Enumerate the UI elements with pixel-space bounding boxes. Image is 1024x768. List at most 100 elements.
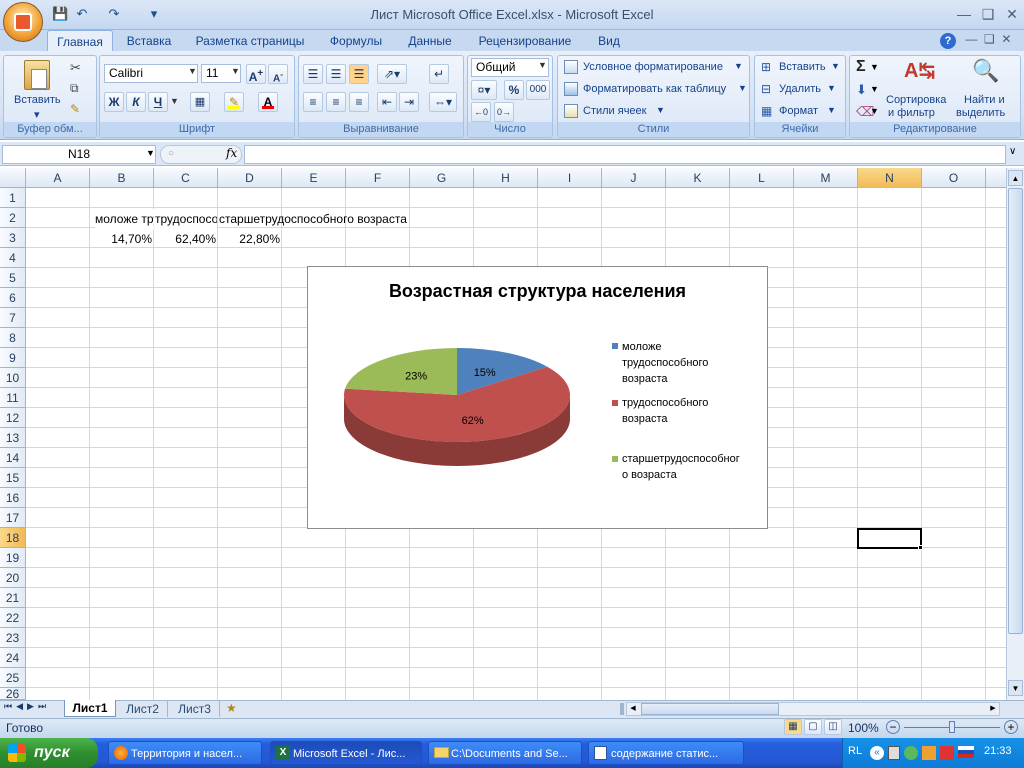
- increase-decimal-icon[interactable]: ←0: [471, 102, 491, 122]
- format-as-table-dropdown-icon[interactable]: ▼: [738, 83, 747, 93]
- autosum-dropdown-icon[interactable]: ▼: [870, 62, 879, 72]
- expand-formula-icon[interactable]: ∨: [1009, 146, 1016, 157]
- shrink-font-icon[interactable]: A-: [268, 64, 288, 84]
- taskbar-button-3[interactable]: C:\Documents and Se...: [428, 741, 582, 765]
- delete-cells-dropdown-icon[interactable]: ▼: [827, 83, 836, 93]
- row-header-22[interactable]: 22: [0, 608, 26, 628]
- fill-dropdown-icon[interactable]: ▼: [870, 84, 879, 94]
- find-select-label-2[interactable]: выделить: [956, 107, 1005, 119]
- align-bottom-icon[interactable]: ☰: [349, 64, 369, 84]
- align-right-icon[interactable]: ≡: [349, 92, 369, 112]
- font-name-input[interactable]: Calibri: [104, 64, 198, 83]
- underline-dropdown-icon[interactable]: ▼: [170, 96, 179, 106]
- row-header-25[interactable]: 25: [0, 668, 26, 688]
- row-header-20[interactable]: 20: [0, 568, 26, 588]
- language-indicator[interactable]: RL: [848, 745, 862, 757]
- align-middle-icon[interactable]: ☰: [326, 64, 346, 84]
- row-header-13[interactable]: 13: [0, 428, 26, 448]
- row-header-24[interactable]: 24: [0, 648, 26, 668]
- page-layout-view-icon[interactable]: ▢: [804, 719, 822, 735]
- copy-icon[interactable]: ⧉: [70, 81, 79, 96]
- insert-function-button[interactable]: fx: [226, 146, 237, 160]
- office-button[interactable]: [3, 2, 43, 42]
- fill-handle[interactable]: [918, 545, 923, 550]
- name-box[interactable]: N18: [2, 145, 156, 164]
- align-top-icon[interactable]: ☰: [303, 64, 323, 84]
- underline-button[interactable]: Ч: [148, 92, 168, 112]
- currency-icon[interactable]: ¤▾: [471, 80, 497, 100]
- paste-button[interactable]: Вставить: [14, 94, 61, 106]
- fill-icon[interactable]: ⬇: [856, 82, 867, 98]
- cell-B3[interactable]: 14,70%: [90, 229, 152, 249]
- tray-icon-flag[interactable]: [958, 746, 974, 758]
- scroll-up-icon[interactable]: ▲: [1008, 170, 1023, 186]
- cell-D3[interactable]: 22,80%: [218, 229, 280, 249]
- close-button[interactable]: ✕: [1000, 4, 1024, 24]
- cell-styles-dropdown-icon[interactable]: ▼: [656, 105, 665, 115]
- wrap-text-icon[interactable]: ↵: [429, 64, 449, 84]
- zoom-level[interactable]: 100%: [848, 721, 879, 735]
- row-header-2[interactable]: 2: [0, 208, 26, 228]
- tray-icon-keyboard[interactable]: [888, 746, 900, 760]
- tray-icon-network[interactable]: [904, 746, 918, 760]
- selected-cell-N18[interactable]: [857, 528, 922, 549]
- column-header-B[interactable]: B: [90, 168, 154, 188]
- italic-button[interactable]: К: [126, 92, 146, 112]
- find-select-label-1[interactable]: Найти и: [964, 94, 1005, 106]
- row-header-11[interactable]: 11: [0, 388, 26, 408]
- align-left-icon[interactable]: ≡: [303, 92, 323, 112]
- tab-insert[interactable]: Вставка: [118, 30, 180, 52]
- horizontal-scrollbar[interactable]: ◀ ▶: [626, 702, 1000, 716]
- font-name-dropdown-icon[interactable]: ▼: [188, 66, 197, 76]
- format-painter-icon[interactable]: ✎: [70, 102, 80, 116]
- cell-B2[interactable]: моложе трудоспособного возраста: [95, 209, 154, 229]
- cell-D2[interactable]: старшетрудоспособного возраста: [219, 209, 439, 229]
- select-all-button[interactable]: [0, 168, 26, 188]
- autosum-icon[interactable]: Σ: [856, 58, 866, 76]
- row-header-6[interactable]: 6: [0, 288, 26, 308]
- insert-cells-button[interactable]: Вставить: [779, 61, 826, 73]
- sheet-tab-3[interactable]: Лист3: [170, 701, 220, 717]
- row-header-26[interactable]: 26: [0, 688, 26, 700]
- zoom-in-icon[interactable]: +: [1004, 720, 1018, 734]
- row-header-9[interactable]: 9: [0, 348, 26, 368]
- row-header-12[interactable]: 12: [0, 408, 26, 428]
- tab-view[interactable]: Вид: [588, 30, 630, 52]
- column-header-L[interactable]: L: [730, 168, 794, 188]
- find-select-icon[interactable]: 🔍: [972, 58, 999, 84]
- taskbar-button-1[interactable]: Территория и насел...: [108, 741, 262, 765]
- cell-styles-button[interactable]: Стили ячеек: [583, 105, 646, 117]
- restore-button[interactable]: ❑: [976, 4, 1000, 24]
- zoom-slider-thumb[interactable]: [949, 721, 955, 733]
- tray-icon-antivirus[interactable]: [940, 746, 954, 760]
- sort-filter-label-1[interactable]: Сортировка: [886, 94, 946, 106]
- fill-color-icon[interactable]: ✎: [224, 92, 244, 112]
- column-header-A[interactable]: A: [26, 168, 90, 188]
- bold-button[interactable]: Ж: [104, 92, 124, 112]
- minimize-button[interactable]: —: [952, 4, 976, 24]
- pie-slice-2[interactable]: [345, 348, 457, 395]
- tab-page-layout[interactable]: Разметка страницы: [186, 30, 314, 52]
- sheet-tab-2[interactable]: Лист2: [118, 701, 168, 717]
- column-header-K[interactable]: K: [666, 168, 730, 188]
- row-header-21[interactable]: 21: [0, 588, 26, 608]
- grow-font-icon[interactable]: A+: [246, 64, 266, 84]
- sheet-nav-icons[interactable]: ⏮◀▶⏭: [4, 701, 50, 712]
- decrease-indent-icon[interactable]: ⇤: [377, 92, 397, 112]
- column-header-C[interactable]: C: [154, 168, 218, 188]
- row-header-16[interactable]: 16: [0, 488, 26, 508]
- hscroll-thumb[interactable]: [641, 703, 779, 715]
- pie-chart[interactable]: Возрастная структура населения 15% 62% 23%…: [307, 266, 768, 529]
- scroll-thumb[interactable]: [1008, 188, 1023, 634]
- insert-cells-dropdown-icon[interactable]: ▼: [831, 61, 840, 71]
- row-header-14[interactable]: 14: [0, 448, 26, 468]
- font-size-dropdown-icon[interactable]: ▼: [231, 66, 240, 76]
- conditional-formatting-button[interactable]: Условное форматирование: [583, 61, 723, 73]
- paste-dropdown-icon[interactable]: ▾: [34, 108, 40, 121]
- orientation-icon[interactable]: ⇗▾: [377, 64, 407, 84]
- tab-home[interactable]: Главная: [47, 30, 113, 52]
- zoom-out-icon[interactable]: −: [886, 720, 900, 734]
- row-header-10[interactable]: 10: [0, 368, 26, 388]
- cut-icon[interactable]: ✂: [70, 60, 81, 76]
- percent-button[interactable]: %: [504, 80, 524, 100]
